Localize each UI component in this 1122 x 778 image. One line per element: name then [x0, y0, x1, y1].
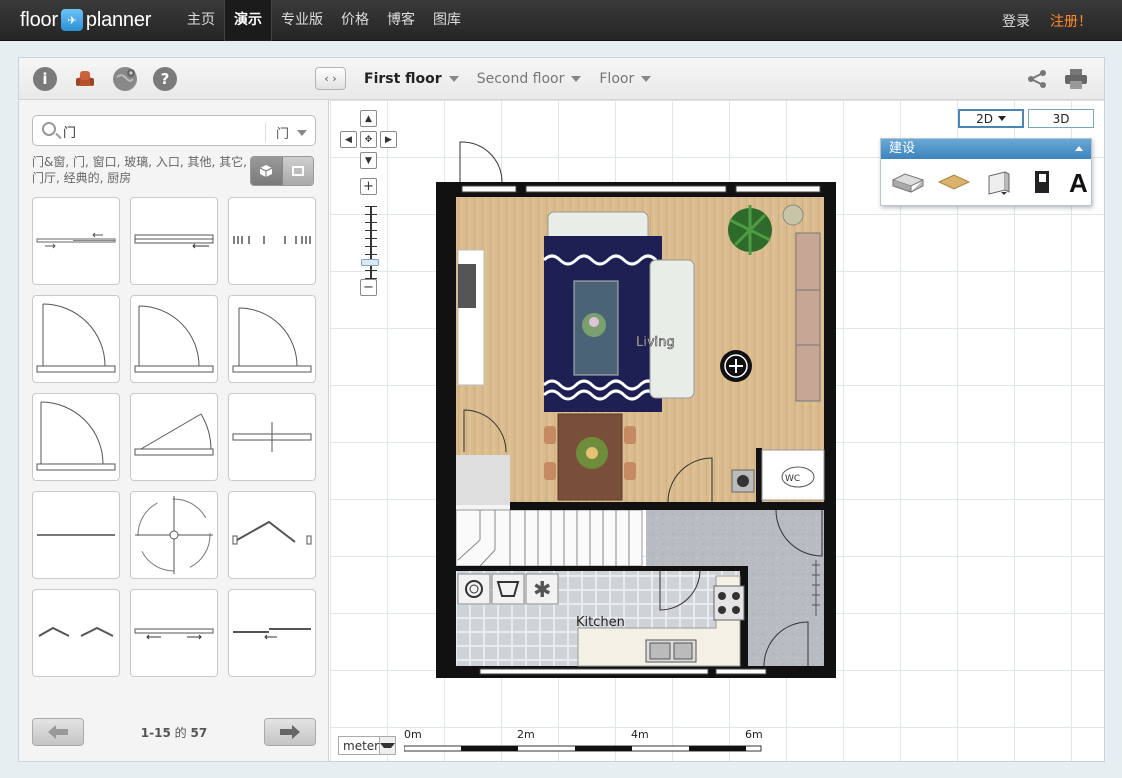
- filter-tags: 门&窗, 门, 窗口, 玻璃, 入口, 其他, 其它, 门厅, 经典的, 厨房: [32, 155, 247, 185]
- info-icon[interactable]: i: [33, 67, 57, 91]
- auth-links: 登录 注册！: [1002, 0, 1092, 41]
- library-item-swing-door-3[interactable]: [228, 295, 316, 383]
- search-icon: [42, 122, 56, 136]
- library-item-bifold-door[interactable]: [228, 491, 316, 579]
- scale-ruler: [404, 745, 762, 752]
- library-item-window-divider[interactable]: [228, 393, 316, 481]
- lamp: [782, 204, 804, 226]
- library-item-half-open-door[interactable]: [130, 393, 218, 481]
- library-search: 门: [32, 115, 316, 146]
- nav-item-pricing[interactable]: 价格: [332, 0, 378, 41]
- library-item-swing-door-4[interactable]: [32, 393, 120, 481]
- print-icon[interactable]: [1064, 69, 1088, 89]
- tv: [458, 264, 476, 308]
- top-navigation-bar: floor ✈ planner 主页 演示 专业版 价格 博客 图库 登录 注册…: [0, 0, 1122, 41]
- scale-bar: 0m 2m 4m 6m: [404, 728, 764, 756]
- tab-first-floor[interactable]: First floor: [364, 71, 459, 87]
- chevron-down-icon: [379, 737, 395, 754]
- floor-plan-drawing[interactable]: Living WC ✱ Kitchen: [330, 100, 1104, 761]
- library-item-swing-door-1[interactable]: [32, 295, 120, 383]
- square-2d-icon[interactable]: [281, 157, 313, 185]
- chevron-down-icon: [641, 76, 652, 82]
- nav-item-demo[interactable]: 演示: [224, 0, 272, 41]
- scale-label-4: 4m: [631, 728, 649, 741]
- tab-first-floor-label: First floor: [364, 71, 442, 87]
- cooktop: [713, 585, 745, 621]
- floorplan-canvas[interactable]: ▲ ◀ ✥ ▶ ▼ + − 2D 3D 建设 A Living WC ✱ Kit…: [330, 100, 1104, 761]
- svg-text:✱: ✱: [533, 578, 551, 603]
- chevron-down-icon: [297, 129, 307, 136]
- room-label-wc: WC: [785, 474, 800, 484]
- cube-3d-icon[interactable]: [251, 157, 282, 185]
- chevron-down-icon: [571, 76, 582, 82]
- login-link[interactable]: 登录: [1002, 11, 1030, 31]
- search-input[interactable]: [63, 121, 253, 141]
- library-item-folding-door[interactable]: [228, 197, 316, 285]
- chevron-down-icon: [448, 76, 459, 82]
- logo-text-left: floor: [20, 8, 58, 31]
- main-nav: 主页 演示 专业版 价格 博客 图库: [178, 0, 470, 41]
- library-item-double-bifold-door[interactable]: [32, 589, 120, 677]
- share-icon[interactable]: [1026, 69, 1048, 89]
- library-item-double-sliding-door[interactable]: [130, 197, 218, 285]
- object-library-sidebar: 门 门&窗, 门, 窗口, 玻璃, 入口, 其他, 其它, 门厅, 经典的, 厨…: [19, 100, 329, 761]
- room-label-kitchen: Kitchen: [576, 615, 625, 630]
- entry-door-arc: [459, 141, 503, 183]
- editor-toolbar: i ? ‹ › First floor Second floor Floor: [19, 58, 1104, 100]
- page-total: 57: [190, 726, 208, 740]
- library-item-swing-door-2[interactable]: [130, 295, 218, 383]
- logo-mark-icon: ✈: [60, 9, 83, 31]
- library-item-revolving-door[interactable]: [130, 491, 218, 579]
- scale-label-6: 6m: [745, 728, 763, 741]
- nav-item-home[interactable]: 主页: [178, 0, 224, 41]
- page-of: 的: [174, 726, 187, 740]
- arrow-right-icon: [280, 725, 300, 739]
- library-item-sliding-door[interactable]: [32, 197, 120, 285]
- next-page-button[interactable]: [264, 718, 316, 746]
- room-label-living: Living: [636, 335, 675, 350]
- scale-label-2: 2m: [517, 728, 535, 741]
- library-item-opening[interactable]: [32, 491, 120, 579]
- editor-panel: i ? ‹ › First floor Second floor Floor 门…: [18, 57, 1105, 762]
- furniture-chair-icon[interactable]: [73, 67, 97, 91]
- shelf-unit: [795, 232, 821, 402]
- units-dropdown[interactable]: meter: [338, 736, 396, 755]
- help-icon[interactable]: ?: [153, 67, 177, 91]
- nav-item-pro[interactable]: 专业版: [272, 0, 332, 41]
- tab-second-floor-label: Second floor: [476, 71, 565, 87]
- register-link[interactable]: 注册！: [1050, 11, 1092, 31]
- category-dropdown[interactable]: 门: [264, 123, 307, 142]
- kitchen-appliances: ✱: [457, 573, 559, 605]
- nav-item-gallery[interactable]: 图库: [424, 0, 470, 41]
- scale-label-0: 0m: [404, 728, 422, 741]
- units-value: meter: [343, 738, 380, 753]
- category-value: 门: [275, 127, 289, 142]
- sofa-right: [649, 259, 695, 399]
- tab-floor-label: Floor: [599, 71, 635, 87]
- page-range: 1-15: [140, 726, 171, 740]
- stairs: [455, 509, 643, 567]
- floor-nav-arrows-button[interactable]: ‹ ›: [315, 67, 346, 90]
- library-item-sliding-pocket-door[interactable]: [130, 589, 218, 677]
- library-pager: 1-15 的 57: [32, 718, 316, 748]
- object-grid: [32, 197, 318, 677]
- globe-settings-icon[interactable]: [113, 67, 137, 91]
- floor-tabs: First floor Second floor Floor: [364, 58, 652, 100]
- logo-text-right: planner: [85, 8, 152, 31]
- library-item-sliding-door-offset[interactable]: [228, 589, 316, 677]
- tab-floor[interactable]: Floor: [599, 71, 652, 87]
- library-view-toggle: [250, 156, 314, 186]
- floorplanner-logo[interactable]: floor ✈ planner: [20, 7, 151, 33]
- nav-item-blog[interactable]: 博客: [378, 0, 424, 41]
- tab-second-floor[interactable]: Second floor: [477, 71, 582, 87]
